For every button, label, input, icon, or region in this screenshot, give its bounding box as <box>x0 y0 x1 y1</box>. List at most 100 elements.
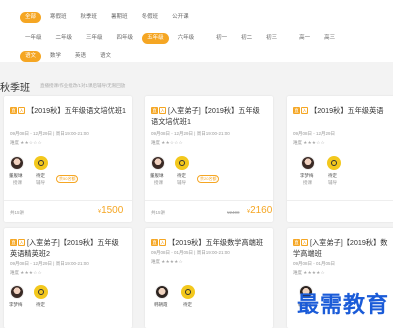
difficulty-label: 难度 <box>293 270 302 275</box>
assistant-role: 辅导 <box>328 180 337 185</box>
course-title: 直入 [入室弟子]【2019秋】五年级语文培优班1 <box>151 105 263 127</box>
course-card[interactable]: 直入【2019秋】五年级语文培优班1 09月08日 - 12月29日 | 周日1… <box>4 96 132 222</box>
course-difficulty: 难度 ★★★☆☆ <box>293 140 325 146</box>
difficulty-label: 难度 <box>10 270 19 275</box>
teacher-role: 授课 <box>13 180 22 185</box>
course-difficulty: 难度 ★★★☆☆ <box>10 270 42 276</box>
filter-chip[interactable]: 冬假班 <box>137 12 164 23</box>
course-schedule: 09月08日 - 12月29日 | 周日19:00-21:00 <box>10 131 89 136</box>
section-subtitle: 直播授课/作业批改/1对1课后辅导/无限回放 <box>40 83 126 88</box>
filter-chip[interactable]: 六年级 <box>173 33 200 44</box>
card-divider <box>145 200 273 201</box>
filter-chip[interactable]: 二年级 <box>51 33 78 44</box>
live-tag: 直 <box>151 239 158 246</box>
star-rating: ★★☆☆☆ <box>20 140 42 145</box>
difficulty-label: 难度 <box>151 259 160 264</box>
teacher-role: 授课 <box>303 180 312 185</box>
term-filter-row: 全部 寒假班 秋季班 暑期班 冬假班 公开课 <box>20 10 198 24</box>
course-title-text: [入室弟子]【2019秋】五年级语文培优班1 <box>151 106 260 126</box>
card-divider <box>287 200 393 201</box>
filter-chip[interactable]: 暑期班 <box>106 12 133 23</box>
filter-chip[interactable]: 数学 <box>45 51 66 62</box>
teacher-avatar[interactable] <box>10 285 24 299</box>
live-tag: 直 <box>293 239 300 246</box>
live-tag: 直 <box>293 107 300 114</box>
assistant-avatar <box>34 156 48 170</box>
price-value: 1500 <box>101 205 124 216</box>
course-schedule: 09月08日 - 12月29日 | 周日19:00-21:00 <box>151 131 230 136</box>
course-difficulty: 难度 ★★☆☆☆ <box>10 140 42 146</box>
subject-filter-row: 语文 数学 英语 语文 <box>20 49 120 63</box>
filter-chip[interactable]: 五年级 <box>142 32 169 44</box>
price: ¥2160 <box>247 205 272 216</box>
teacher-avatar[interactable] <box>10 156 24 170</box>
filter-chip[interactable]: 秋季班 <box>76 12 103 23</box>
type-tag: 入 <box>159 239 166 246</box>
course-card[interactable]: 直入【2019秋】五年级英语 09月08日 - 12月29日 难度 ★★★☆☆ … <box>287 96 393 222</box>
price-value: 2160 <box>250 205 273 216</box>
assistant-avatar <box>175 156 189 170</box>
seats-badge: 余50名额 <box>56 175 79 183</box>
course-title: 直入【2019秋】五年级数学高端班 <box>151 237 271 248</box>
teacher-name: 李梦梅 <box>9 302 23 307</box>
lesson-count: 共15讲 <box>10 210 25 215</box>
course-title-text: 【2019秋】五年级数学高端班 <box>168 238 264 247</box>
filter-chip[interactable]: 一年级 <box>20 33 47 44</box>
course-card[interactable]: 直入 [入室弟子]【2019秋】五年级语文培优班1 09月08日 - 12月29日… <box>145 96 273 222</box>
course-card[interactable]: 直入 [入室弟子]【2019秋】五年级英语精英班2 09月08日 - 12月29日… <box>4 228 132 328</box>
filter-chip[interactable]: 寒假班 <box>45 12 72 23</box>
filter-chip[interactable]: 英语 <box>70 51 91 62</box>
filter-chip[interactable]: 四年级 <box>112 33 139 44</box>
course-title-text: [入室弟子]【2019秋】五年级英语精英班2 <box>10 238 119 258</box>
teacher-name: 董舰琳 <box>150 173 164 178</box>
filter-chip[interactable]: 语文 <box>20 50 42 62</box>
teacher-name: 韩朝霞 <box>154 302 168 307</box>
filter-chip[interactable]: 初二 <box>236 33 257 44</box>
teacher-avatar[interactable] <box>151 156 165 170</box>
course-schedule: 09月08日 - 01月05日 <box>293 261 336 266</box>
type-tag: 入 <box>18 239 25 246</box>
assistant-name: 待定 <box>328 173 337 178</box>
type-tag: 入 <box>18 107 25 114</box>
star-rating: ★★★★☆ <box>161 259 183 264</box>
filter-chip[interactable]: 初三 <box>261 33 282 44</box>
course-title: 直入 [入室弟子]【2019秋】数学高端班 <box>293 237 391 259</box>
filter-chip[interactable]: 公开课 <box>167 12 194 23</box>
filter-chip[interactable]: 全部 <box>20 11 42 23</box>
filter-chip[interactable]: 三年级 <box>81 33 108 44</box>
filter-chip[interactable]: 高三 <box>319 33 340 44</box>
filter-chip[interactable]: 高一 <box>294 33 315 44</box>
type-tag: 入 <box>301 239 308 246</box>
original-price: ¥2400 <box>227 210 240 215</box>
live-tag: 直 <box>10 239 17 246</box>
type-tag: 入 <box>301 107 308 114</box>
assistant-role: 辅导 <box>36 180 45 185</box>
type-tag: 入 <box>159 107 166 114</box>
filter-chip[interactable]: 语文 <box>95 51 116 62</box>
watermark-logo: 最需教育 <box>296 292 389 318</box>
course-difficulty: 难度 ★★★★☆ <box>293 270 325 276</box>
teacher-name: 董舰琳 <box>9 173 23 178</box>
course-title: 直入【2019秋】五年级语文培优班1 <box>10 105 128 116</box>
assistant-avatar <box>181 285 195 299</box>
assistant-name: 待定 <box>36 302 45 307</box>
difficulty-label: 难度 <box>151 140 160 145</box>
star-rating: ★★★★☆ <box>303 270 325 275</box>
difficulty-label: 难度 <box>10 140 19 145</box>
assistant-avatar <box>327 156 341 170</box>
course-difficulty: 难度 ★★☆☆☆ <box>151 140 183 146</box>
teacher-avatar[interactable] <box>155 285 169 299</box>
course-card[interactable]: 直入【2019秋】五年级数学高端班 09月08日 - 01月05日 | 周日19… <box>145 228 273 328</box>
teacher-avatar[interactable] <box>301 156 315 170</box>
teacher-role: 授课 <box>154 180 163 185</box>
filter-chip[interactable]: 初一 <box>211 33 232 44</box>
grade-filter-row: 一年级 二年级 三年级 四年级 五年级 六年级 初一 初二 初三 高一 高三 <box>20 31 344 45</box>
assistant-name: 待定 <box>183 302 192 307</box>
star-rating: ★★★☆☆ <box>20 270 42 275</box>
course-schedule: 09月08日 - 12月29日 <box>293 131 336 136</box>
assistant-name: 待定 <box>36 173 45 178</box>
course-schedule: 09月08日 - 01月05日 | 周日19:00-21:00 <box>151 250 230 255</box>
star-rating: ★★☆☆☆ <box>161 140 183 145</box>
course-title-text: 【2019秋】五年级英语 <box>310 106 384 115</box>
assistant-avatar <box>34 285 48 299</box>
